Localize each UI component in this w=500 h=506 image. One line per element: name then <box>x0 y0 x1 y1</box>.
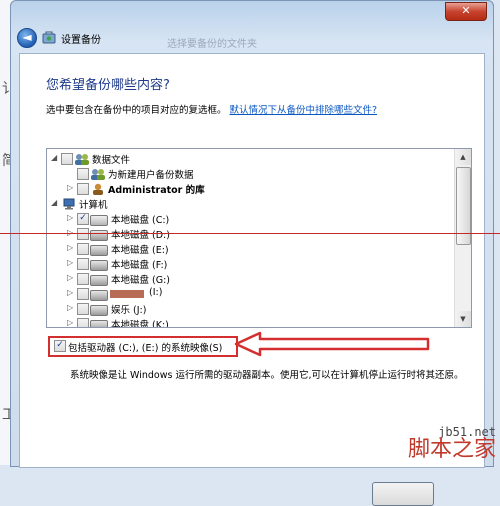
backup-tree: ◢ 数据文件 为新建用户备份数据 ▷ Administrator 的库 ◢ 计算… <box>46 148 472 328</box>
collapse-icon[interactable]: ◢ <box>51 153 61 162</box>
watermark: jb51.net 脚本之家 <box>408 425 496 461</box>
redacted-drive-name <box>110 290 144 298</box>
scroll-up-icon[interactable]: ▲ <box>455 149 471 165</box>
drive-checkbox[interactable] <box>77 273 89 285</box>
data-files-label: 数据文件 <box>92 155 131 166</box>
annotation-line <box>0 233 500 234</box>
drive-checkbox[interactable] <box>77 228 89 240</box>
annotation-arrow-icon <box>234 331 430 357</box>
collapse-icon[interactable]: ◢ <box>51 198 61 207</box>
expand-icon[interactable]: ▷ <box>67 258 77 267</box>
close-button[interactable]: ✕ <box>445 2 487 21</box>
window-title: 设置备份 <box>61 35 101 46</box>
content-panel: 您希望备份哪些内容? 选中要包含在备份中的项目对应的复选框。 默认情况下从备份中… <box>19 53 485 506</box>
computer-label: 计算机 <box>79 200 108 211</box>
tree-row-computer[interactable]: ◢ 计算机 <box>47 197 453 212</box>
drive-checkbox[interactable]: ✓ <box>77 213 89 225</box>
system-image-label: 包括驱动器 (C:), (E:) 的系统映像(S) <box>68 343 223 354</box>
tree-row-drive[interactable]: ▷ 本地磁盘 (G:) <box>47 272 453 287</box>
users-icon <box>91 169 105 180</box>
drive-label: 本地磁盘 (E:) <box>111 245 169 256</box>
drive-label: 本地磁盘 (K:) <box>111 320 169 328</box>
drive-icon <box>90 320 108 327</box>
system-image-checkbox[interactable]: ✓ <box>54 340 66 352</box>
tree-scrollbar[interactable]: ▲ ▼ <box>454 149 471 327</box>
tree-row-drive[interactable]: ▷ 娱乐 (J:) <box>47 302 453 317</box>
backup-icon <box>42 31 56 44</box>
expand-icon[interactable]: ▷ <box>67 288 77 297</box>
new-users-checkbox[interactable] <box>77 168 89 180</box>
drive-checkbox[interactable] <box>77 258 89 270</box>
drive-icon <box>90 260 108 271</box>
drive-label: 娱乐 (J:) <box>111 305 147 316</box>
tree-row-drive[interactable]: ▷ 本地磁盘 (K:) <box>47 317 453 328</box>
drive-icon <box>90 275 108 286</box>
expand-icon[interactable]: ▷ <box>67 213 77 222</box>
title-bar: ◄ 设置备份 选择要备份的文件夹 <box>17 27 477 50</box>
drive-icon <box>90 290 108 301</box>
drive-icon <box>90 215 108 226</box>
drive-checkbox[interactable] <box>77 288 89 300</box>
drive-label: 本地磁盘 (D:) <box>111 230 170 241</box>
drive-label: 本地磁盘 (C:) <box>111 215 170 226</box>
drive-label: 本地磁盘 (F:) <box>111 260 168 271</box>
system-image-note: 系统映像是让 Windows 运行所需的驱动器副本。使用它,可以在计算机停止运行… <box>70 370 464 381</box>
library-checkbox[interactable] <box>77 183 89 195</box>
tree-row-drive[interactable]: ▷ 本地磁盘 (E:) <box>47 242 453 257</box>
system-image-option[interactable]: ✓ 包括驱动器 (C:), (E:) 的系统映像(S) <box>48 336 238 357</box>
instruction-text: 选中要包含在备份中的项目对应的复选框。 <box>46 105 227 116</box>
drive-checkbox[interactable] <box>77 318 89 327</box>
drive-label: 本地磁盘 (G:) <box>111 275 170 286</box>
scroll-down-icon[interactable]: ▼ <box>455 311 471 327</box>
tree-row-new-users[interactable]: 为新建用户备份数据 <box>47 167 453 182</box>
back-arrow-icon: ◄ <box>22 30 32 44</box>
tree-row-drive[interactable]: ▷ (I:) <box>47 287 453 302</box>
users-icon <box>75 154 89 165</box>
instruction-line: 选中要包含在备份中的项目对应的复选框。 默认情况下从备份中排除哪些文件? <box>46 102 377 116</box>
data-files-checkbox[interactable] <box>61 153 73 165</box>
watermark-name: 脚本之家 <box>407 437 496 462</box>
drive-icon <box>90 245 108 256</box>
back-button[interactable]: ◄ <box>17 28 37 48</box>
next-button[interactable] <box>372 482 434 506</box>
tree-row-library[interactable]: ▷ Administrator 的库 <box>47 182 453 197</box>
library-label: Administrator 的库 <box>108 185 205 196</box>
drive-checkbox[interactable] <box>77 303 89 315</box>
computer-icon <box>63 198 75 210</box>
expand-icon[interactable]: ▷ <box>67 243 77 252</box>
faded-background-text: 选择要备份的文件夹 <box>167 39 257 50</box>
new-users-label: 为新建用户备份数据 <box>108 170 194 181</box>
page-heading: 您希望备份哪些内容? <box>46 78 170 93</box>
user-icon <box>93 183 103 195</box>
expand-icon[interactable]: ▷ <box>67 273 77 282</box>
drive-icon <box>90 230 108 241</box>
tree-row-drive[interactable]: ▷ 本地磁盘 (D:) <box>47 227 453 242</box>
drive-icon <box>90 305 108 316</box>
tree-row-drive[interactable]: ▷ 本地磁盘 (F:) <box>47 257 453 272</box>
expand-icon[interactable]: ▷ <box>67 318 77 327</box>
tree-row-data-files[interactable]: ◢ 数据文件 <box>47 152 453 167</box>
drive-checkbox[interactable] <box>77 243 89 255</box>
expand-icon[interactable]: ▷ <box>67 183 77 192</box>
excluded-files-link[interactable]: 默认情况下从备份中排除哪些文件? <box>230 105 378 116</box>
drive-label: (I:) <box>149 287 163 298</box>
expand-icon[interactable]: ▷ <box>67 303 77 312</box>
tree-row-drive[interactable]: ▷ ✓ 本地磁盘 (C:) <box>47 212 453 227</box>
